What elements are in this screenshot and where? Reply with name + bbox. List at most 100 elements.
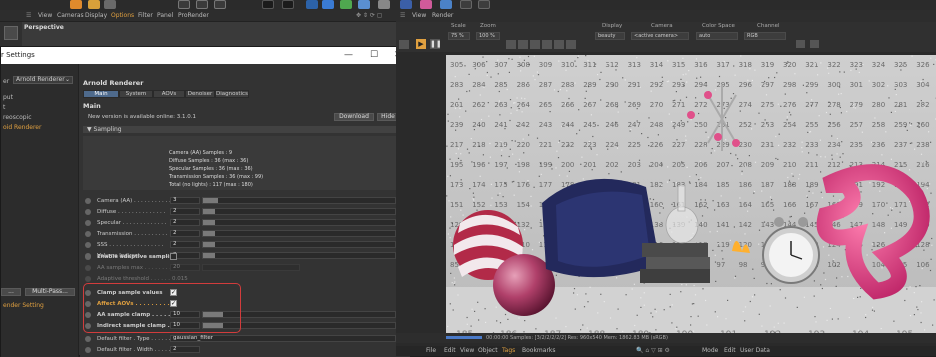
viewport-menu-view[interactable]: View [38, 12, 52, 19]
viewport-menu-filter[interactable]: Filter [138, 12, 153, 19]
render-settings-titlebar[interactable]: r Settings — ☐ ✕ [1, 47, 410, 64]
param-field[interactable]: 2 [170, 230, 200, 237]
param-animate-dot[interactable] [85, 209, 91, 215]
tool-icon-5[interactable] [340, 0, 352, 9]
bottom-right-mode[interactable]: Mode [702, 347, 718, 354]
param-animate-dot[interactable] [85, 347, 91, 353]
param-field[interactable]: 2 [170, 241, 200, 248]
render-view-menu-icon[interactable]: ☰ [400, 12, 405, 19]
tool-icon-00[interactable] [88, 0, 100, 9]
param-animate-dot[interactable] [85, 198, 91, 204]
bottom-menu-view[interactable]: View [460, 347, 474, 354]
tab-aovs[interactable]: AOVs [153, 90, 185, 98]
viewport-menu-options[interactable]: Options [111, 12, 134, 19]
adaptive-threshold-value[interactable]: 0.015 [172, 276, 188, 282]
viewport-menu-cameras[interactable]: Cameras [57, 12, 84, 19]
sampling-section-header[interactable]: ▼ Sampling [83, 126, 399, 133]
viewport-menu-display[interactable]: Display [85, 12, 107, 19]
scale-select[interactable]: 75 % [448, 32, 470, 40]
render-setting-item[interactable]: ender Setting [3, 302, 44, 309]
filter-width-field[interactable]: 2 [170, 346, 200, 353]
render-view-tool-icon[interactable] [399, 40, 409, 49]
tool-icon-2[interactable] [282, 0, 294, 9]
download-button[interactable]: Download [334, 113, 374, 121]
param-animate-dot[interactable] [85, 254, 91, 260]
bottom-menu-bookmarks[interactable]: Bookmarks [522, 347, 556, 354]
camera-icon[interactable] [810, 40, 819, 48]
param-field[interactable]: 3 [170, 197, 200, 204]
tool-icon-7[interactable] [378, 0, 390, 9]
tool-icon-12[interactable] [478, 0, 490, 9]
tool-icon-9[interactable] [420, 0, 432, 9]
minimize-button[interactable]: — [344, 50, 353, 60]
viewport-canvas[interactable]: Perspective [22, 22, 396, 46]
zoom-select[interactable]: 100 % [476, 32, 500, 40]
play-icon[interactable]: ▶ [416, 39, 426, 49]
tab-denoiser[interactable]: Denoiser [185, 90, 215, 98]
pause-icon[interactable]: ❚❚ [430, 39, 440, 49]
viewport-menu-prorender[interactable]: ProRender [178, 12, 209, 19]
bottom-menu-tags[interactable]: Tags [502, 347, 515, 354]
param-field[interactable]: 2 [170, 219, 200, 226]
adaptive-checkbox[interactable] [170, 253, 177, 260]
bottom-menu-object[interactable]: Object [478, 347, 498, 354]
view-tool-icons[interactable] [506, 40, 578, 49]
tab-system[interactable]: System [119, 90, 153, 98]
render-view-menu-render[interactable]: Render [432, 12, 453, 19]
calendar-number: 211 [805, 161, 818, 169]
tool-icon-04[interactable] [214, 0, 226, 9]
param-slider[interactable] [202, 197, 396, 204]
tool-icon-4[interactable] [322, 0, 334, 9]
param-animate-dot[interactable] [85, 231, 91, 237]
bottom-menu-edit[interactable]: Edit [444, 347, 456, 354]
param-field[interactable]: 2 [170, 208, 200, 215]
bottom-right-edit[interactable]: Edit [724, 347, 736, 354]
bottom-menu-file[interactable]: File [426, 347, 436, 354]
viewport-menu-panel[interactable]: Panel [157, 12, 173, 19]
param-slider[interactable] [202, 230, 396, 237]
camera-select[interactable]: <active camera> [631, 32, 689, 40]
tool-icon-6[interactable] [358, 0, 370, 9]
sidebar-item-output[interactable]: put [3, 94, 13, 101]
param-animate-dot[interactable] [85, 242, 91, 248]
aa-max-slider[interactable] [202, 264, 300, 271]
multi-pass-button[interactable]: Multi-Pass... [25, 288, 75, 296]
renderer-select[interactable]: Arnold Renderer ⌄ [13, 76, 73, 84]
viewport-menu-icon[interactable]: ☰ [26, 12, 31, 19]
param-slider[interactable] [202, 208, 396, 215]
snapshot-icon[interactable] [796, 40, 805, 48]
tool-icon-8[interactable] [400, 0, 412, 9]
display-select[interactable]: beauty [595, 32, 625, 40]
param-slider[interactable] [202, 241, 396, 248]
bottom-tool-icons[interactable]: 🔍 ⌂ ▽ ⊞ ⚙ [636, 347, 670, 354]
sidebar-item-effect[interactable]: t [3, 104, 5, 111]
tool-icon-03[interactable] [196, 0, 208, 9]
bottom-right-userdata[interactable]: User Data [740, 347, 770, 354]
sidebar-item-stereoscopic[interactable]: reoscopic [3, 114, 32, 121]
tool-icon-0[interactable] [70, 0, 82, 9]
tool-icon-11[interactable] [460, 0, 472, 9]
sidebar-item-arnold[interactable]: oid Renderer [3, 124, 41, 131]
param-animate-dot[interactable] [85, 265, 91, 271]
filter-type-select[interactable]: gaussian_filter [170, 335, 396, 342]
tool-icon-1[interactable] [262, 0, 274, 9]
colorspace-select[interactable]: auto [696, 32, 738, 40]
render-view-menu-view[interactable]: View [412, 12, 426, 19]
channel-select[interactable]: RGB [744, 32, 786, 40]
tool-icon-3[interactable] [306, 0, 318, 9]
tool-icon-01[interactable] [104, 0, 116, 9]
tab-diagnostics[interactable]: Diagnostics [215, 90, 249, 98]
viewport-nav-icons[interactable]: ✥ ⇕ ⟳ ▢ [356, 12, 382, 19]
param-animate-dot[interactable] [85, 336, 91, 342]
tool-icon-02[interactable] [178, 0, 190, 9]
aa-max-field[interactable]: 20 [170, 264, 200, 271]
tool-icon-10[interactable] [440, 0, 452, 9]
param-slider[interactable] [202, 219, 396, 226]
tab-main[interactable]: Main [83, 90, 119, 98]
param-animate-dot[interactable] [85, 276, 91, 282]
render-canvas[interactable]: 3053063073083093103113123133143153163173… [446, 55, 936, 343]
param-animate-dot[interactable] [85, 220, 91, 226]
viewport-tool-icon[interactable] [4, 26, 18, 40]
effect-button[interactable]: ... [1, 288, 21, 296]
maximize-button[interactable]: ☐ [370, 50, 378, 60]
